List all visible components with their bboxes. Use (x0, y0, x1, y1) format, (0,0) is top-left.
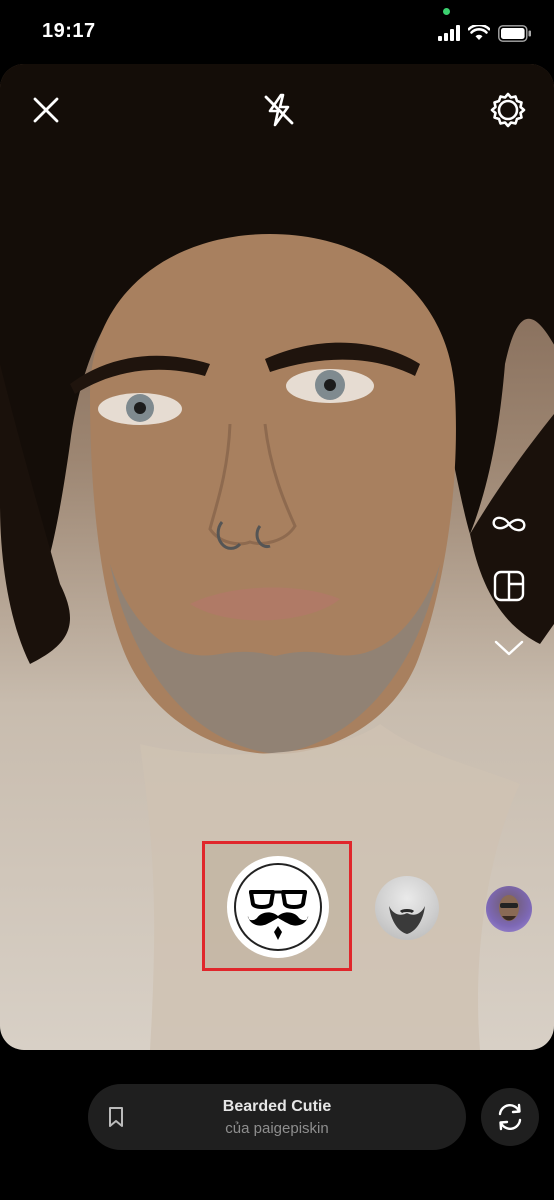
signal-icon (438, 25, 460, 41)
status-icons (438, 22, 532, 44)
status-time: 19:17 (42, 20, 96, 42)
wifi-icon (468, 25, 490, 40)
settings-button[interactable] (488, 90, 528, 130)
battery-icon (498, 24, 531, 42)
avatar-effect[interactable] (486, 886, 532, 932)
flash-button[interactable] (257, 88, 301, 132)
effect-author: của paigepiskin (225, 1120, 329, 1137)
effect-main-thumb (234, 863, 322, 951)
flip-camera-icon (498, 1103, 522, 1131)
close-button[interactable] (26, 90, 66, 130)
bottom-bar: Bearded Cutie của paigepiskin (0, 1050, 554, 1200)
mustache-glasses-icon (247, 890, 309, 940)
effect-name: Bearded Cutie (222, 1098, 332, 1115)
layout-button[interactable] (489, 566, 529, 606)
beard-effect[interactable] (375, 876, 439, 940)
settings-icon (490, 92, 526, 128)
mustache-glasses-effect[interactable] (227, 856, 329, 958)
close-icon (33, 97, 59, 123)
boomerang-button[interactable] (489, 504, 529, 544)
more-tools-button[interactable] (489, 628, 529, 668)
chevron-down-icon (494, 640, 524, 656)
avatar-face-icon (499, 895, 519, 921)
infinity-icon (492, 516, 526, 532)
side-tools (488, 504, 530, 668)
flash-off-icon (264, 93, 294, 127)
flip-camera-button[interactable] (481, 1088, 539, 1146)
status-bar: 19:17 (0, 0, 554, 64)
effect-info-pill[interactable]: Bearded Cutie của paigepiskin (88, 1084, 466, 1150)
beard-icon (389, 906, 425, 934)
camera-in-use-dot (443, 8, 450, 15)
layout-icon (493, 570, 525, 602)
